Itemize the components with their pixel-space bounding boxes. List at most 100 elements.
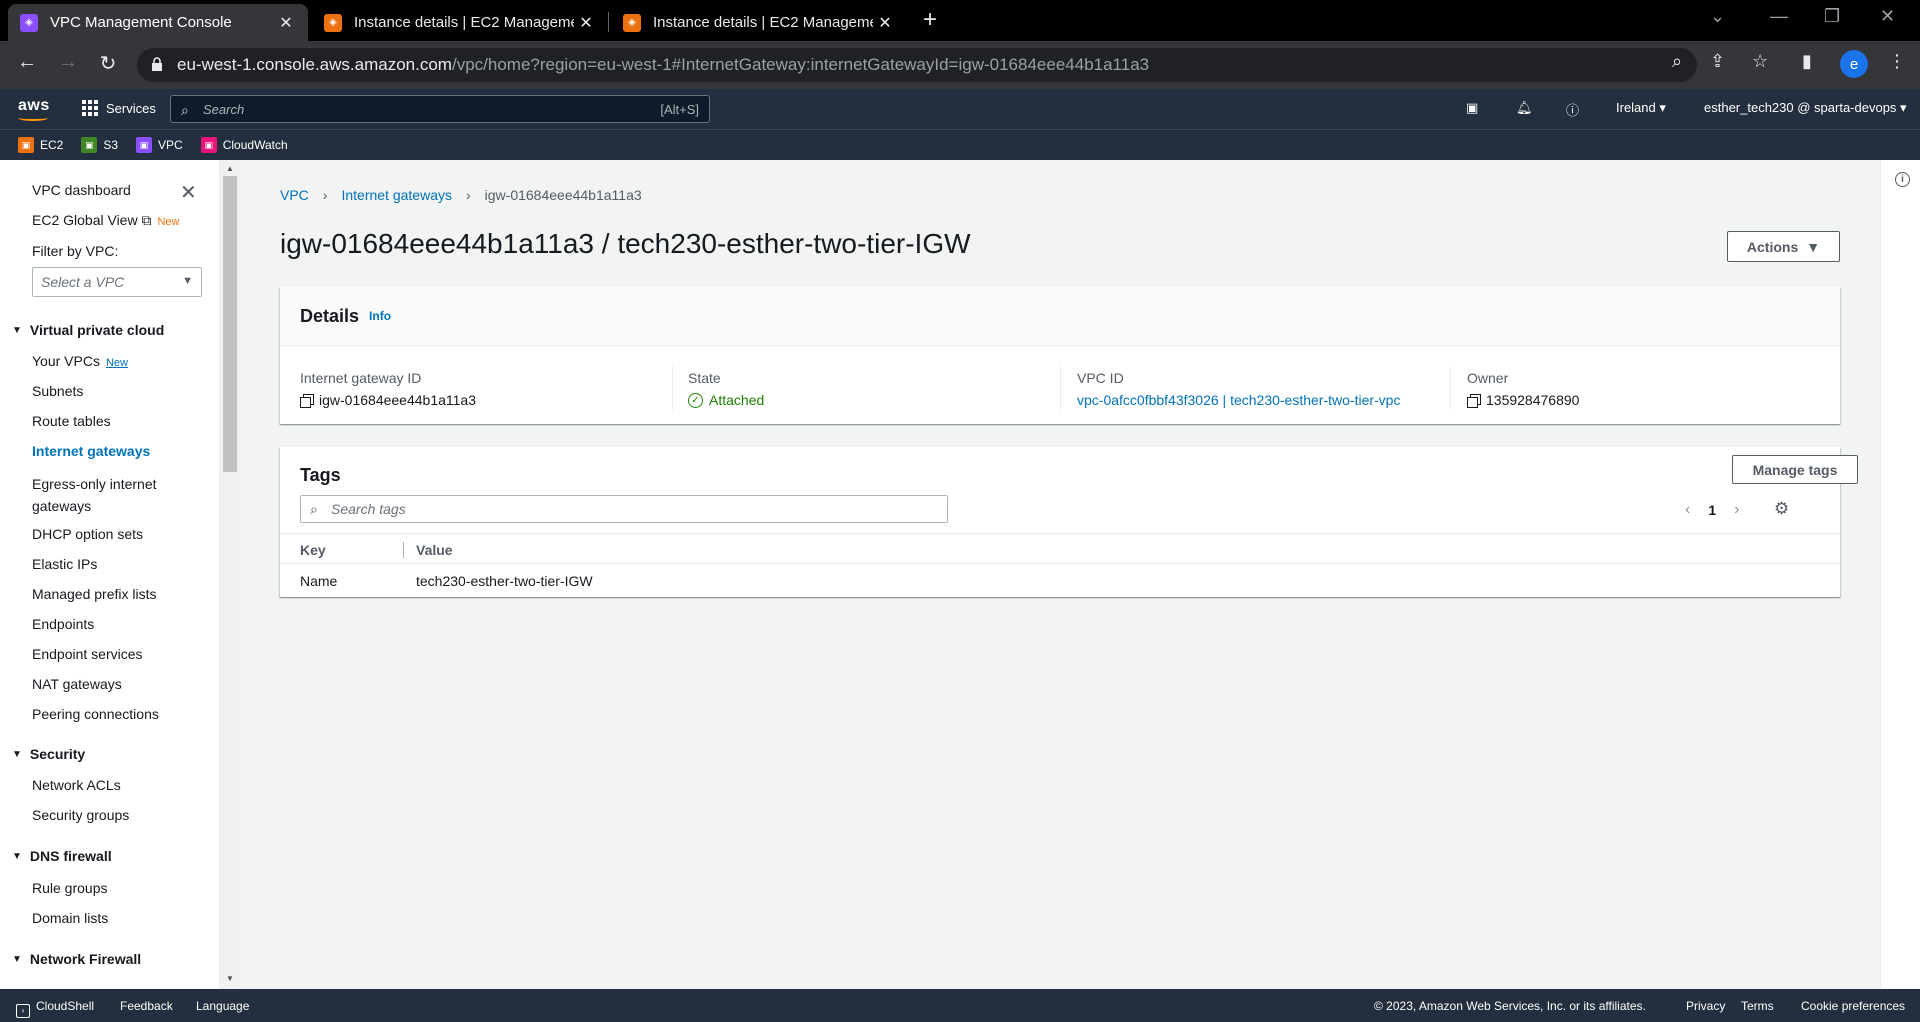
sidebar-scrollbar[interactable]: ▲ ▼ xyxy=(220,160,240,989)
close-sidebar-icon[interactable]: ✕ xyxy=(180,180,197,205)
next-page-icon[interactable]: › xyxy=(1734,501,1739,519)
vpc-filter-select[interactable]: Select a VPC ▼ xyxy=(32,267,202,297)
column-value[interactable]: Value xyxy=(416,542,453,558)
info-icon[interactable]: i xyxy=(1895,172,1910,187)
profile-avatar[interactable]: e xyxy=(1840,50,1868,78)
new-tab-icon[interactable]: + xyxy=(923,6,937,34)
main-content: VPC › Internet gateways › igw-01684eee44… xyxy=(240,160,1880,989)
favorite-vpc[interactable]: ▣ VPC xyxy=(136,137,183,153)
actions-button[interactable]: Actions ▼ xyxy=(1727,231,1840,262)
back-icon[interactable]: ← xyxy=(13,51,41,74)
close-window-icon[interactable]: ✕ xyxy=(1880,6,1895,27)
sidebar-item-ec2-global-view[interactable]: EC2 Global View ⧉ New xyxy=(32,212,179,229)
sidebar-item-domain-lists[interactable]: Domain lists xyxy=(32,910,108,926)
privacy-link[interactable]: Privacy xyxy=(1686,999,1725,1013)
services-menu[interactable]: Services xyxy=(82,100,156,116)
gear-icon[interactable]: ⚙ xyxy=(1774,499,1789,519)
sidebar-item-managed-prefix-lists[interactable]: Managed prefix lists xyxy=(32,586,157,602)
tab-ec2-instance-2[interactable]: ◈ Instance details | EC2 Management Cons… xyxy=(611,4,907,41)
section-network-firewall[interactable]: ▼ Network Firewall xyxy=(12,951,141,967)
tab-ec2-instance-1[interactable]: ◈ Instance details | EC2 Management Cons… xyxy=(312,4,608,41)
feedback-link[interactable]: Feedback xyxy=(120,999,173,1013)
scroll-up-icon[interactable]: ▲ xyxy=(226,164,234,173)
scroll-down-icon[interactable]: ▼ xyxy=(226,974,234,983)
manage-tags-button[interactable]: Manage tags xyxy=(1732,455,1858,484)
breadcrumb-internet-gateways[interactable]: Internet gateways xyxy=(341,187,452,203)
sidebar-item-rule-groups[interactable]: Rule groups xyxy=(32,880,108,896)
tags-search-input[interactable]: ⌕ Search tags xyxy=(300,495,948,523)
cloudwatch-icon: ▣ xyxy=(200,137,217,153)
prev-page-icon[interactable]: ‹ xyxy=(1685,501,1690,519)
close-tab-icon[interactable]: ✕ xyxy=(875,13,895,33)
sidebar-item-vpc-dashboard[interactable]: VPC dashboard xyxy=(32,182,131,198)
column-key[interactable]: Key xyxy=(300,542,326,558)
sidebar-item-egress-only-gateways[interactable]: Egress-only internet gateways xyxy=(32,473,182,517)
side-panel-icon[interactable]: ▮ xyxy=(1802,51,1812,72)
sidebar-item-elastic-ips[interactable]: Elastic IPs xyxy=(32,556,97,572)
success-check-icon: ✓ xyxy=(688,392,703,408)
section-virtual-private-cloud[interactable]: ▼ Virtual private cloud xyxy=(12,322,164,338)
minimize-icon[interactable]: — xyxy=(1770,6,1788,27)
restore-icon[interactable]: ❐ xyxy=(1824,6,1840,27)
bookmark-star-icon[interactable]: ☆ xyxy=(1752,51,1768,72)
sidebar-item-network-acls[interactable]: Network ACLs xyxy=(32,777,121,793)
close-tab-icon[interactable]: ✕ xyxy=(576,13,596,33)
new-badge: New xyxy=(105,357,128,369)
vpc-id-link[interactable]: vpc-0afcc0fbbf43f3026 | tech230-esther-t… xyxy=(1077,392,1400,408)
sidebar-item-dhcp-option-sets[interactable]: DHCP option sets xyxy=(32,526,143,542)
page-number[interactable]: 1 xyxy=(1708,502,1716,518)
sidebar-item-nat-gateways[interactable]: NAT gateways xyxy=(32,676,122,692)
section-dns-firewall[interactable]: ▼ DNS firewall xyxy=(12,848,112,864)
tag-key: Name xyxy=(300,573,338,589)
favorite-s3[interactable]: ▣ S3 xyxy=(81,137,118,153)
share-icon[interactable]: ⇪ xyxy=(1710,51,1725,72)
sidebar-item-security-groups[interactable]: Security groups xyxy=(32,807,129,823)
copy-icon[interactable] xyxy=(300,393,314,408)
vpc-icon: ▣ xyxy=(136,137,153,153)
aws-logo[interactable]: aws xyxy=(18,97,50,121)
copy-icon[interactable] xyxy=(1467,393,1481,408)
section-security[interactable]: ▼ Security xyxy=(12,746,85,762)
filter-label: Filter by VPC: xyxy=(32,243,119,259)
language-link[interactable]: Language xyxy=(196,999,249,1013)
favorite-ec2[interactable]: ▣ EC2 xyxy=(18,137,63,153)
url-field[interactable]: eu-west-1.console.aws.amazon.com/vpc/hom… xyxy=(137,48,1697,82)
ec2-favicon-icon: ◈ xyxy=(324,13,342,32)
scrollbar-thumb[interactable] xyxy=(223,176,237,472)
help-icon[interactable]: ⓘ xyxy=(1566,100,1579,119)
browser-menu-icon[interactable]: ⋮ xyxy=(1888,51,1906,72)
global-search-input[interactable]: ⌕ Search [Alt+S] xyxy=(170,95,710,123)
sidebar-item-endpoint-services[interactable]: Endpoint services xyxy=(32,646,143,662)
sidebar-item-your-vpcs[interactable]: Your VPCs New xyxy=(32,353,128,369)
collapse-triangle-icon: ▼ xyxy=(12,850,22,862)
sidebar-item-endpoints[interactable]: Endpoints xyxy=(32,616,94,632)
sidebar-item-subnets[interactable]: Subnets xyxy=(32,383,83,399)
favorite-cloudwatch[interactable]: ▣ CloudWatch xyxy=(200,137,288,153)
zoom-icon[interactable]: ⌕ xyxy=(1672,51,1682,72)
s3-icon: ▣ xyxy=(81,137,98,153)
cloudshell-button[interactable]: › CloudShell xyxy=(16,999,94,1018)
terms-link[interactable]: Terms xyxy=(1741,999,1774,1013)
copyright: © 2023, Amazon Web Services, Inc. or its… xyxy=(1374,999,1646,1013)
notifications-bell-icon[interactable]: 🔔︎ xyxy=(1516,100,1533,116)
tab-title: Instance details | EC2 Management Consol… xyxy=(354,14,574,31)
tab-vpc-console[interactable]: ◈ VPC Management Console ✕ xyxy=(8,4,308,41)
help-panel-rail: i xyxy=(1880,160,1920,989)
info-link[interactable]: Info xyxy=(369,309,391,323)
address-bar: ← → ↻ eu-west-1.console.aws.amazon.com/v… xyxy=(0,41,1920,89)
sidebar-item-route-tables[interactable]: Route tables xyxy=(32,413,111,429)
reload-icon[interactable]: ↻ xyxy=(94,51,122,76)
tab-search-icon[interactable]: ⌄ xyxy=(1710,6,1725,27)
sidebar-item-peering-connections[interactable]: Peering connections xyxy=(32,706,159,722)
sidebar: VPC dashboard ✕ EC2 Global View ⧉ New Fil… xyxy=(0,160,220,989)
forward-icon[interactable]: → xyxy=(54,51,82,74)
close-tab-icon[interactable]: ✕ xyxy=(276,13,296,33)
caret-down-icon: ▼ xyxy=(1806,238,1821,255)
region-selector[interactable]: Ireland ▾ xyxy=(1616,100,1666,116)
cookie-preferences-link[interactable]: Cookie preferences xyxy=(1801,999,1905,1013)
cloudshell-icon[interactable]: ▣ xyxy=(1466,100,1478,116)
breadcrumb-vpc[interactable]: VPC xyxy=(280,187,309,203)
account-menu[interactable]: esther_tech230 @ sparta-devops ▾ xyxy=(1704,100,1907,116)
sidebar-item-internet-gateways[interactable]: Internet gateways xyxy=(32,443,150,459)
state-field: State ✓ Attached xyxy=(688,370,765,408)
